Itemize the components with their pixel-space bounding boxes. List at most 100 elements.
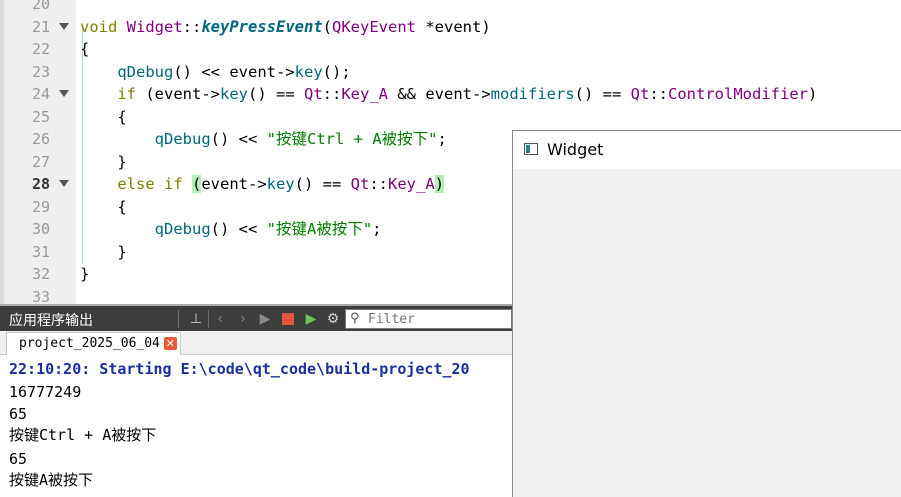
line-number: 26 bbox=[31, 130, 50, 148]
debug-run-icon[interactable]: ▶ bbox=[301, 309, 321, 329]
code-text: qDebug() << "按键Ctrl + A被按下"; bbox=[80, 128, 447, 151]
output-pane-title: 应用程序输出 bbox=[9, 313, 93, 329]
fold-arrow-icon[interactable] bbox=[59, 22, 69, 30]
line-number: 32 bbox=[31, 265, 50, 283]
log-line: 按键A被按下 bbox=[9, 471, 94, 489]
code-token: :: bbox=[369, 175, 389, 193]
fold-arrow-icon[interactable] bbox=[59, 90, 69, 97]
code-token: () << bbox=[210, 220, 267, 238]
line-number: 31 bbox=[31, 242, 50, 261]
code-token: Key_A bbox=[388, 175, 435, 193]
code-token: Widget bbox=[126, 17, 183, 36]
close-icon[interactable]: ✕ bbox=[163, 337, 177, 350]
previous-icon[interactable]: ‹ bbox=[210, 309, 230, 329]
line-number: 24 bbox=[31, 85, 50, 103]
filter-box[interactable]: ⚲ bbox=[345, 309, 512, 329]
code-text: { bbox=[80, 38, 89, 61]
line-number: 23 bbox=[31, 62, 50, 81]
code-line[interactable]: 21 void Widget::keyPressEvent(QKeyEvent *… bbox=[0, 16, 901, 39]
output-tab-label: project_2025_06_04 bbox=[19, 336, 160, 351]
line-number: 30 bbox=[31, 220, 50, 238]
code-token: ( bbox=[322, 17, 333, 36]
code-token: { bbox=[80, 40, 90, 58]
line-number: 25 bbox=[31, 107, 50, 126]
line-number: 29 bbox=[31, 197, 50, 216]
run-icon[interactable]: ▶ bbox=[255, 309, 275, 329]
code-token: } bbox=[80, 242, 127, 261]
filter-input[interactable] bbox=[368, 310, 508, 328]
code-text: if (event->key() == Qt::Key_A && event->… bbox=[80, 83, 817, 106]
code-token: modifiers bbox=[490, 85, 575, 103]
code-token: key bbox=[266, 175, 295, 193]
code-token: { bbox=[80, 107, 127, 126]
code-token: QKeyEvent bbox=[332, 17, 417, 36]
code-token: { bbox=[80, 197, 127, 216]
log-line: 65 bbox=[9, 450, 28, 468]
code-text: else if (event->key() == Qt::Key_A) bbox=[80, 173, 445, 196]
code-token: Qt bbox=[304, 85, 323, 103]
code-token: } bbox=[80, 152, 127, 171]
code-token: :: bbox=[649, 85, 669, 103]
toolbar-separator bbox=[208, 310, 209, 328]
code-token: Qt bbox=[630, 85, 650, 103]
code-token: qDebug bbox=[117, 62, 174, 81]
code-token: :: bbox=[322, 85, 342, 103]
fold-arrow-icon[interactable] bbox=[59, 180, 69, 187]
code-token: :: bbox=[182, 17, 202, 36]
window-app-icon bbox=[524, 143, 538, 155]
code-text: void Widget::keyPressEvent(QKeyEvent *ev… bbox=[80, 16, 491, 39]
code-text: } bbox=[80, 151, 127, 174]
line-number: 28 bbox=[31, 175, 50, 193]
code-token: key bbox=[220, 85, 248, 103]
code-token: void bbox=[80, 17, 118, 36]
output-tab-project[interactable]: project_2025_06_04 ✕ bbox=[6, 332, 181, 355]
code-token: if bbox=[117, 85, 136, 103]
code-line[interactable]: 25 { bbox=[0, 106, 901, 129]
code-token: () << bbox=[210, 130, 267, 148]
code-token: () == bbox=[294, 175, 351, 193]
line-number: 27 bbox=[31, 152, 50, 171]
code-token: key bbox=[294, 62, 323, 81]
code-token: ; bbox=[437, 130, 447, 148]
log-line: 按键Ctrl + A被按下 bbox=[9, 426, 157, 444]
log-line: 22:10:20: Starting E:\code\qt_code\build… bbox=[9, 360, 470, 378]
output-tab-bar: project_2025_06_04 ✕ bbox=[0, 331, 512, 355]
code-text: qDebug() << "按键A被按下"; bbox=[80, 218, 382, 241]
widget-titlebar[interactable]: Widget bbox=[513, 131, 901, 169]
code-line[interactable]: 20 bbox=[0, 0, 901, 16]
code-token: () << event-> bbox=[173, 62, 295, 81]
settings-gear-icon[interactable]: ⚙ bbox=[323, 309, 343, 329]
code-token: *event) bbox=[416, 17, 491, 36]
code-token: qDebug bbox=[154, 220, 211, 238]
attach-icon[interactable]: ⊥ bbox=[186, 309, 206, 329]
code-token: ControlModifier bbox=[668, 85, 808, 103]
code-token: (event-> bbox=[136, 85, 220, 103]
code-line[interactable]: 23 qDebug() << event->key(); bbox=[0, 61, 901, 84]
widget-window[interactable]: Widget bbox=[512, 130, 901, 497]
code-token: "按键A被按下" bbox=[266, 220, 373, 238]
line-number: 33 bbox=[31, 287, 50, 305]
code-token: qDebug bbox=[154, 130, 211, 148]
code-token: (); bbox=[322, 62, 351, 81]
code-token: Qt bbox=[350, 175, 370, 193]
code-line[interactable]: 24 if (event->key() == Qt::Key_A && even… bbox=[0, 83, 901, 106]
stop-icon[interactable] bbox=[278, 309, 298, 329]
code-text: qDebug() << event->key(); bbox=[80, 61, 351, 84]
log-line: 65 bbox=[9, 405, 28, 423]
code-line[interactable]: 22 { bbox=[0, 38, 901, 61]
line-number: 21 bbox=[31, 17, 50, 36]
next-icon[interactable]: › bbox=[233, 309, 253, 329]
code-token: ( bbox=[192, 175, 202, 193]
code-text: { bbox=[80, 106, 127, 129]
code-token: && event-> bbox=[388, 85, 491, 103]
application-output-log[interactable]: 22:10:20: Starting E:\code\qt_code\build… bbox=[0, 355, 512, 497]
code-token: else if bbox=[117, 175, 183, 193]
code-token: () == bbox=[248, 85, 304, 103]
code-token: ; bbox=[372, 220, 382, 238]
code-token: () == bbox=[574, 85, 631, 103]
code-token: ) bbox=[808, 85, 818, 103]
